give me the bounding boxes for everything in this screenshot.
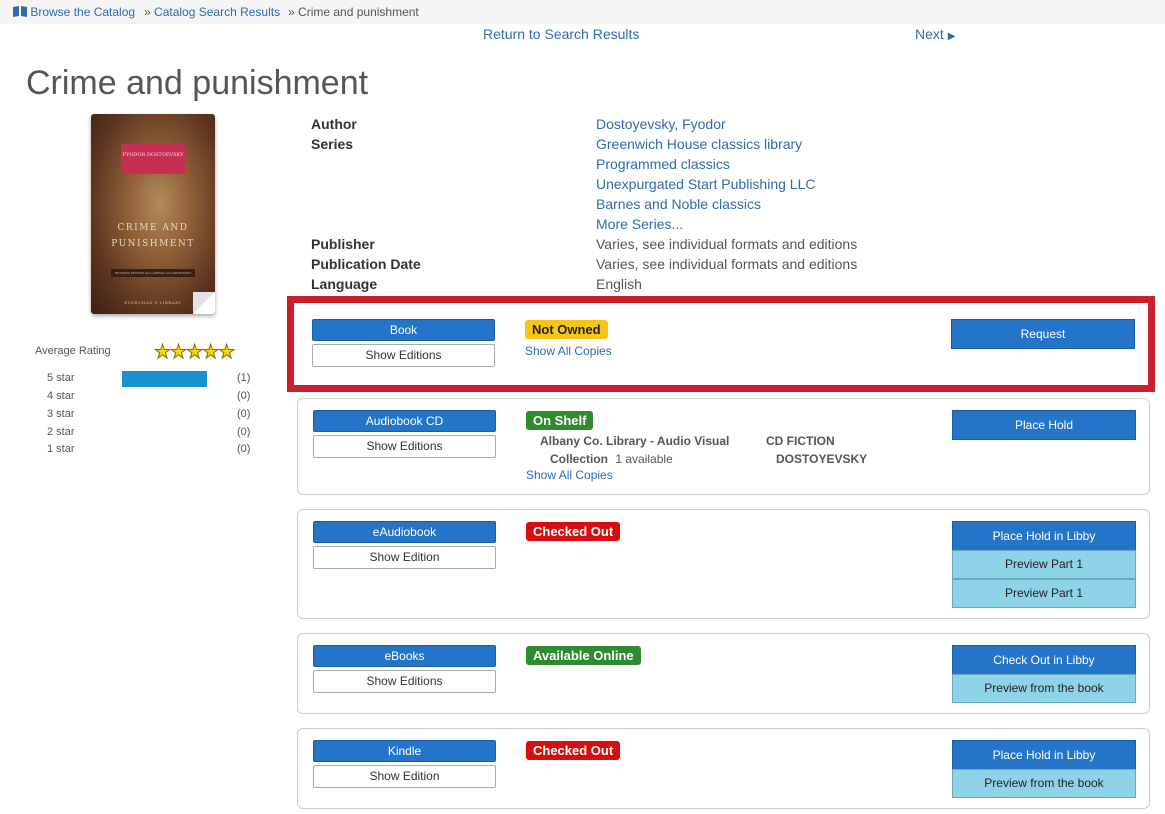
series-link[interactable]: Barnes and Noble classics xyxy=(596,196,761,212)
breadcrumb-browse-catalog-label[interactable]: Browse the Catalog xyxy=(30,5,135,19)
histogram-label: 5 star xyxy=(47,372,75,384)
copy-location: Albany Co. Library - Audio Visual Collec… xyxy=(540,432,729,468)
language-label: Language xyxy=(311,276,378,292)
page-curl xyxy=(193,292,215,314)
format-row-kindle: Kindle Show Edition Checked Out Place Ho… xyxy=(297,728,1150,809)
breadcrumb-current: » Crime and punishment xyxy=(288,4,419,20)
breadcrumb-search-results-label[interactable]: Catalog Search Results xyxy=(154,5,280,19)
copy-availability: 1 available xyxy=(615,452,673,466)
histogram-label: 3 star xyxy=(47,408,75,420)
page-title: Crime and punishment xyxy=(26,64,369,102)
status-badge-on-shelf: On Shelf xyxy=(526,411,594,430)
format-row-audiobook-cd: Audiobook CD Show Editions On Shelf Alba… xyxy=(297,398,1150,495)
call-number-line: DOSTOYEVSKY xyxy=(776,452,868,466)
format-button-kindle[interactable]: Kindle xyxy=(313,740,496,762)
return-to-search-results-link[interactable]: Return to Search Results xyxy=(483,26,639,42)
copy-location-collection: Collection xyxy=(550,452,609,466)
format-button-eaudiobook[interactable]: eAudiobook xyxy=(313,521,496,543)
cover-title: CRIME AND PUNISHMENT xyxy=(91,220,215,252)
more-series-link[interactable]: More Series... xyxy=(596,216,683,232)
histogram-count: (1) xyxy=(237,372,251,384)
breadcrumb: Browse the Catalog » Catalog Search Resu… xyxy=(0,0,1165,24)
highlighted-format-row: Book Show Editions Not Owned Show All Co… xyxy=(287,296,1155,392)
histogram-count: (0) xyxy=(237,390,251,402)
histogram-label: 4 star xyxy=(47,390,75,402)
place-hold-in-libby-button[interactable]: Place Hold in Libby xyxy=(952,740,1136,770)
breadcrumb-separator: » xyxy=(288,5,295,19)
place-hold-in-libby-button[interactable]: Place Hold in Libby xyxy=(952,521,1136,551)
publisher-label: Publisher xyxy=(311,236,375,252)
average-rating-label: Average Rating xyxy=(35,345,111,357)
next-link[interactable]: Next ▶ xyxy=(915,26,955,45)
histogram-count: (0) xyxy=(237,408,251,420)
breadcrumb-current-label: Crime and punishment xyxy=(298,5,419,19)
cover-author-band: FYODOR DOSTOEVSKY xyxy=(121,144,185,174)
star-rating[interactable]: ★★★★★ xyxy=(153,342,235,363)
histogram-count: (0) xyxy=(237,426,251,438)
preview-part-button[interactable]: Preview Part 1 xyxy=(952,579,1136,608)
show-edition-button[interactable]: Show Edition xyxy=(313,765,496,788)
book-cover-image[interactable]: FYODOR DOSTOEVSKY CRIME AND PUNISHMENT R… xyxy=(91,114,215,314)
open-book-icon xyxy=(13,6,27,17)
series-label: Series xyxy=(311,136,354,152)
show-all-copies-link[interactable]: Show All Copies xyxy=(526,468,613,482)
show-all-copies-link[interactable]: Show All Copies xyxy=(525,344,612,358)
copy-location-line: Albany Co. Library - Audio Visual xyxy=(540,434,730,448)
copy-location-line: Collection 1 available xyxy=(540,450,729,468)
histogram-count: (0) xyxy=(237,443,251,455)
request-button[interactable]: Request xyxy=(951,319,1135,349)
breadcrumb-separator: » xyxy=(144,5,151,19)
author-link[interactable]: Dostoyevsky, Fyodor xyxy=(596,116,726,132)
preview-from-book-button[interactable]: Preview from the book xyxy=(952,769,1136,798)
cover-title-line: CRIME AND xyxy=(117,223,189,233)
status-badge-not-owned: Not Owned xyxy=(525,320,608,339)
format-button-ebooks[interactable]: eBooks xyxy=(313,645,496,667)
show-editions-button[interactable]: Show Editions xyxy=(313,670,496,693)
check-out-in-libby-button[interactable]: Check Out in Libby xyxy=(952,645,1136,675)
format-button-book[interactable]: Book xyxy=(312,319,495,341)
cover-translators: RICHARD PEVEAR and LARISSA VOLOKHONSKY xyxy=(114,271,192,275)
preview-part-button[interactable]: Preview Part 1 xyxy=(952,550,1136,579)
status-badge-checked-out: Checked Out xyxy=(526,522,621,541)
publication-date-label: Publication Date xyxy=(311,256,421,272)
place-hold-button[interactable]: Place Hold xyxy=(952,410,1136,440)
breadcrumb-browse-catalog[interactable]: Browse the Catalog xyxy=(13,4,135,20)
histogram-label: 2 star xyxy=(47,426,75,438)
author-label: Author xyxy=(311,116,357,132)
next-link-label[interactable]: Next xyxy=(915,26,944,42)
caret-right-icon: ▶ xyxy=(947,31,956,42)
cover-translator-band: RICHARD PEVEAR and LARISSA VOLOKHONSKY xyxy=(111,269,195,277)
series-link[interactable]: Greenwich House classics library xyxy=(596,136,802,152)
show-editions-button[interactable]: Show Editions xyxy=(313,435,496,458)
histogram-bar xyxy=(122,371,207,387)
show-editions-button[interactable]: Show Editions xyxy=(312,344,495,367)
histogram-label: 1 star xyxy=(47,443,75,455)
status-badge-available-online: Available Online xyxy=(526,646,641,665)
publication-date-value: Varies, see individual formats and editi… xyxy=(596,256,858,272)
status-badge-checked-out: Checked Out xyxy=(526,741,621,760)
format-row-eaudiobook: eAudiobook Show Edition Checked Out Plac… xyxy=(297,509,1150,619)
format-button-audiobook-cd[interactable]: Audiobook CD xyxy=(313,410,496,432)
language-value: English xyxy=(596,276,642,292)
cover-title-line: PUNISHMENT xyxy=(111,239,195,249)
format-row-ebooks: eBooks Show Editions Available Online Ch… xyxy=(297,633,1150,714)
preview-from-book-button[interactable]: Preview from the book xyxy=(952,674,1136,703)
series-link[interactable]: Unexpurgated Start Publishing LLC xyxy=(596,176,815,192)
call-number-line: CD FICTION xyxy=(766,434,835,448)
publisher-value: Varies, see individual formats and editi… xyxy=(596,236,858,252)
series-link[interactable]: Programmed classics xyxy=(596,156,730,172)
show-edition-button[interactable]: Show Edition xyxy=(313,546,496,569)
call-number: CD FICTION DOSTOYEVSKY xyxy=(766,432,867,468)
breadcrumb-search-results[interactable]: » Catalog Search Results xyxy=(144,4,280,20)
